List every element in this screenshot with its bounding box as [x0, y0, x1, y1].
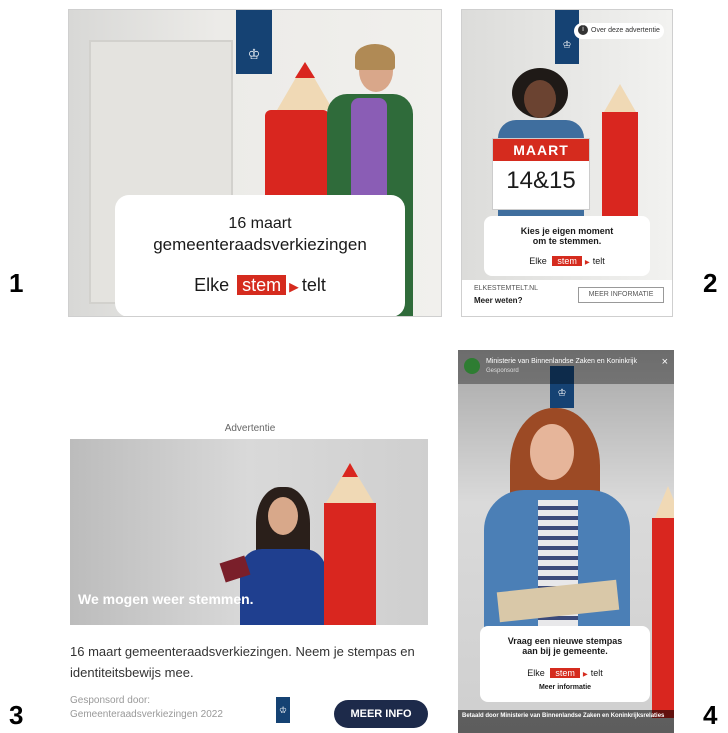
slogan-highlight: stem: [550, 668, 580, 678]
sponsor-name[interactable]: Gemeenteraadsverkiezingen 2022: [70, 709, 223, 720]
woman-hair: [355, 44, 395, 70]
slogan-highlight: stem: [552, 256, 582, 266]
meer-informatie-link[interactable]: Meer informatie: [480, 684, 650, 691]
woman-head: [524, 80, 556, 118]
pencil-tip: [604, 84, 636, 112]
arrow-right-icon: ▶: [584, 259, 590, 266]
sponsored-label: Gesponsord door:: [70, 695, 151, 706]
sponsored-label: Gesponsord: [486, 368, 519, 374]
label-1: 1: [9, 268, 24, 298]
label-3: 3: [9, 700, 24, 730]
card-line-2: aan bij je gemeente.: [522, 646, 608, 656]
ad-footer: ELKESTEMTELT.NL Meer weten? MEER INFORMA…: [462, 280, 672, 316]
slogan: Elke stem ▶ telt: [480, 668, 650, 678]
about-ad-button[interactable]: i Over deze advertentie: [574, 23, 664, 39]
arrow-right-icon: ▶: [289, 280, 299, 294]
sign-days: 14&15: [506, 167, 576, 194]
woman-sweater: [351, 98, 387, 208]
slogan-pre: Elke: [529, 256, 547, 266]
pencil-body: [324, 503, 376, 625]
account-name[interactable]: Ministerie van Binnenlandse Zaken en Kon…: [486, 358, 637, 365]
slogan: Elke stem ▶ telt: [484, 256, 650, 266]
ad-3: Advertentie We mogen weer stemmen. 16 ma…: [70, 423, 430, 733]
ad-photo[interactable]: We mogen weer stemmen.: [70, 439, 428, 625]
photo-caption: We mogen weer stemmen.: [78, 591, 254, 607]
post-header: Ministerie van Binnenlandse Zaken en Kon…: [458, 350, 674, 384]
meer-info-button[interactable]: MEER INFO: [334, 700, 428, 728]
woman-head: [268, 497, 298, 535]
card-line-2: om te stemmen.: [532, 236, 602, 246]
pencil-lead: [342, 463, 358, 477]
date-sign: MAART 14&15: [492, 138, 590, 210]
crest-icon: ♔: [562, 40, 572, 51]
crest-icon: ♔: [557, 388, 567, 399]
card-line-1: Vraag een nieuwe stempas: [507, 636, 623, 646]
card-line-1: Kies je eigen moment: [520, 226, 614, 236]
election-date: 16 maart: [228, 215, 292, 232]
paid-by-text: Betaald door Ministerie van Binnenlandse…: [462, 713, 665, 719]
ad-description: 16 maart gemeenteraadsverkiezingen. Neem…: [70, 644, 415, 680]
pencil-body: [602, 112, 638, 222]
slogan-pre: Elke: [527, 668, 545, 678]
message-card: Kies je eigen moment om te stemmen. Elke …: [484, 216, 650, 276]
slogan-pre: Elke: [194, 275, 230, 295]
ad-1: ♔ 16 maart gemeenteraadsverkiezingen Elk…: [68, 9, 442, 317]
pencil-tip: [654, 486, 674, 520]
info-icon: i: [578, 25, 588, 36]
headline-card: 16 maart gemeenteraadsverkiezingen Elke …: [115, 195, 405, 316]
label-2: 2: [703, 268, 718, 298]
message-card: Vraag een nieuwe stempas aan bij je gemee…: [480, 626, 650, 702]
slogan-post: telt: [301, 275, 326, 295]
slogan: Elke stem ▶ telt: [115, 275, 405, 296]
footer-link[interactable]: Meer weten?: [474, 296, 522, 305]
meer-informatie-button[interactable]: MEER INFORMATIE: [578, 287, 664, 303]
woman-head: [530, 424, 574, 480]
label-4: 4: [703, 700, 718, 730]
rijksoverheid-logo: ♔: [276, 697, 290, 723]
rijksoverheid-logo: ♔: [236, 10, 272, 74]
ad-4: ♔ Ministerie van Binnenlandse Zaken en K…: [458, 350, 674, 733]
woman-jacket: [240, 549, 326, 625]
ad-2: ♔ i Over deze advertentie MAART 14&15 Kie…: [461, 9, 673, 317]
sign-month: MAART: [493, 139, 589, 161]
ad-label: Advertentie: [224, 423, 276, 434]
election-title: gemeenteraadsverkiezingen: [153, 235, 367, 254]
slogan-post: telt: [592, 256, 605, 266]
footer-domain: ELKESTEMTELT.NL: [474, 285, 539, 292]
pencil-body: [652, 518, 674, 718]
rijksoverheid-logo: ♔: [555, 10, 579, 64]
slogan-post: telt: [590, 668, 603, 678]
arrow-right-icon: ▶: [582, 671, 588, 678]
slogan-highlight: stem: [237, 275, 287, 295]
account-avatar[interactable]: [464, 358, 480, 374]
crest-icon: ♔: [247, 46, 261, 62]
paid-by-bar: Betaald door Ministerie van Binnenlandse…: [458, 710, 674, 733]
about-ad-label: Over deze advertentie: [591, 27, 660, 34]
pencil-lead: [295, 62, 315, 78]
close-icon[interactable]: ×: [662, 356, 668, 368]
